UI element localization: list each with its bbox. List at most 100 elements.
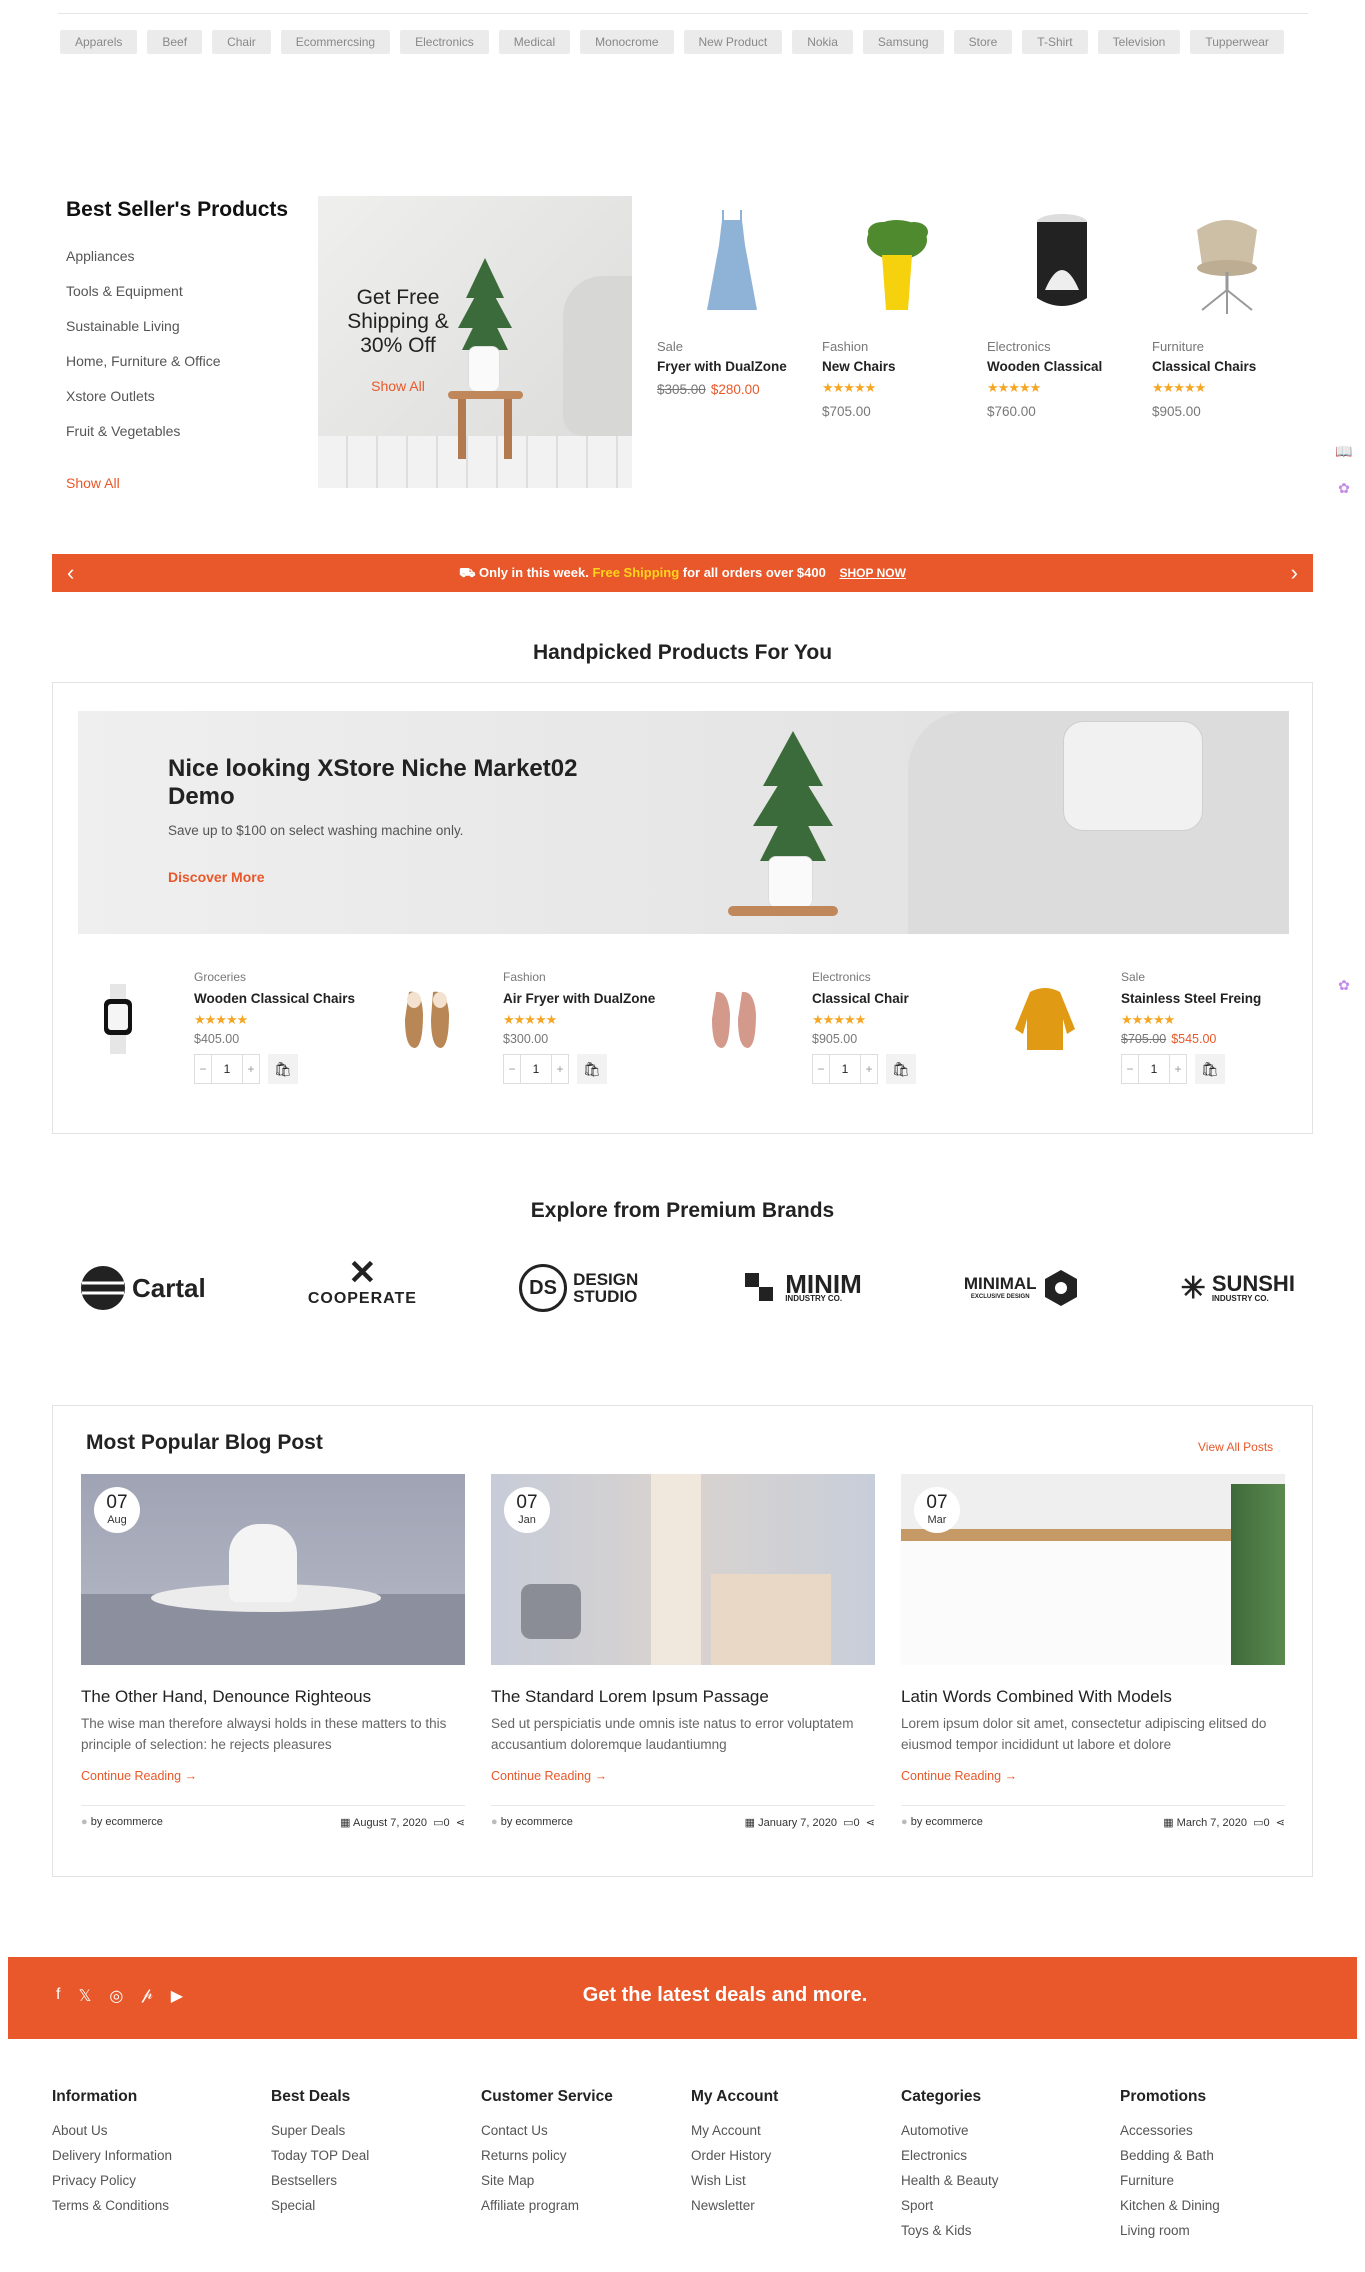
brand-logo-design-studio[interactable]: DS DESIGN STUDIO (519, 1258, 643, 1318)
minus-icon[interactable]: − (195, 1062, 211, 1076)
product-name[interactable]: Air Fryer with DualZone (503, 991, 673, 1006)
footer-link[interactable]: Wish List (691, 2173, 778, 2198)
comment-count[interactable]: 0 (854, 1817, 860, 1829)
footer-link[interactable]: Terms & Conditions (52, 2198, 172, 2223)
footer-link[interactable]: Furniture (1120, 2173, 1220, 2198)
footer-link[interactable]: Bestsellers (271, 2173, 369, 2198)
footer-link[interactable]: Accessories (1120, 2123, 1220, 2148)
tag[interactable]: Samsung (862, 30, 944, 54)
comment-count[interactable]: 0 (444, 1817, 450, 1829)
tag[interactable]: Beef (147, 30, 203, 54)
blog-post[interactable]: 07 Aug The Other Hand, Denounce Righteous… (81, 1474, 465, 1831)
footer-link[interactable]: About Us (52, 2123, 172, 2148)
tag[interactable]: New Product (683, 30, 783, 54)
tag[interactable]: Electronics (400, 30, 489, 54)
quantity-value[interactable]: 1 (1138, 1055, 1170, 1083)
post-image[interactable]: 07 Aug (81, 1474, 465, 1665)
product-card[interactable]: Sale Fryer with DualZone $305.00 $280.00 (657, 210, 807, 397)
footer-link[interactable]: Electronics (901, 2148, 999, 2173)
tag[interactable]: T-Shirt (1022, 30, 1088, 54)
post-image[interactable]: 07 Jan (491, 1474, 875, 1665)
footer-link[interactable]: Super Deals (271, 2123, 369, 2148)
book-icon[interactable]: 📖 (1333, 443, 1355, 465)
product-card[interactable]: Sale Stainless Steel Freing ★★★★★ $705.0… (1005, 970, 1285, 1100)
add-to-cart-button[interactable]: 🛍 (1195, 1054, 1225, 1084)
post-author[interactable]: by ecommerce (911, 1816, 983, 1828)
promo-show-all-link[interactable]: Show All (338, 378, 458, 394)
product-name[interactable]: Wooden Classical (987, 359, 1137, 374)
blog-post[interactable]: 07 Jan The Standard Lorem Ipsum Passage S… (491, 1474, 875, 1831)
footer-link[interactable]: Automotive (901, 2123, 999, 2148)
category-link[interactable]: Appliances (66, 248, 221, 283)
post-title[interactable]: The Other Hand, Denounce Righteous (81, 1687, 465, 1707)
product-name[interactable]: Classical Chairs (1152, 359, 1302, 374)
tag[interactable]: Ecommercsing (280, 30, 391, 54)
brain-icon[interactable]: ✿ (1333, 480, 1355, 502)
share-icon[interactable]: ⋖ (1276, 1817, 1285, 1829)
continue-reading-link[interactable]: Continue Reading → (491, 1769, 875, 1783)
footer-link[interactable]: Delivery Information (52, 2148, 172, 2173)
footer-link[interactable]: Newsletter (691, 2198, 778, 2223)
category-link[interactable]: Fruit & Vegetables (66, 423, 221, 458)
show-all-link[interactable]: Show All (66, 475, 120, 491)
minus-icon[interactable]: − (504, 1062, 520, 1076)
brand-logo-minimal[interactable]: MINIMAL EXCLUSIVE DESIGN (964, 1258, 1079, 1318)
post-title[interactable]: The Standard Lorem Ipsum Passage (491, 1687, 875, 1707)
footer-link[interactable]: Health & Beauty (901, 2173, 999, 2198)
share-icon[interactable]: ⋖ (456, 1817, 465, 1829)
product-name[interactable]: Wooden Classical Chairs (194, 991, 364, 1006)
category-link[interactable]: Tools & Equipment (66, 283, 221, 318)
brand-logo-cooperate[interactable]: ✕ COOPERATE (308, 1256, 417, 1318)
footer-link[interactable]: Kitchen & Dining (1120, 2198, 1220, 2223)
product-name[interactable]: Classical Chair (812, 991, 982, 1006)
add-to-cart-button[interactable]: 🛍 (886, 1054, 916, 1084)
footer-link[interactable]: Site Map (481, 2173, 613, 2198)
product-card[interactable]: Fashion New Chairs ★★★★★ $705.00 (822, 210, 972, 419)
continue-reading-link[interactable]: Continue Reading → (901, 1769, 1285, 1783)
product-name[interactable]: New Chairs (822, 359, 972, 374)
continue-reading-link[interactable]: Continue Reading → (81, 1769, 465, 1783)
post-author[interactable]: by ecommerce (501, 1816, 573, 1828)
category-link[interactable]: Sustainable Living (66, 318, 221, 353)
footer-link[interactable]: Contact Us (481, 2123, 613, 2148)
quantity-stepper[interactable]: −1 + (1121, 1054, 1187, 1084)
plus-icon[interactable]: + (243, 1062, 259, 1076)
add-to-cart-button[interactable]: 🛍 (268, 1054, 298, 1084)
chevron-left-icon[interactable]: ‹ (67, 554, 74, 592)
product-card[interactable]: Furniture Classical Chairs ★★★★★ $905.00 (1152, 210, 1302, 419)
footer-link[interactable]: Today TOP Deal (271, 2148, 369, 2173)
brand-logo-minim[interactable]: MINIM INDUSTRY CO. (745, 1258, 862, 1318)
blog-post[interactable]: 07 Mar Latin Words Combined With Models L… (901, 1474, 1285, 1831)
tag[interactable]: Tupperwear (1190, 30, 1284, 54)
tag[interactable]: Television (1097, 30, 1181, 54)
tag[interactable]: Monocrome (580, 30, 674, 54)
brand-logo-cartal[interactable]: Cartal (80, 1258, 206, 1318)
promo-banner[interactable]: Get Free Shipping & 30% Off Show All (318, 196, 632, 488)
post-title[interactable]: Latin Words Combined With Models (901, 1687, 1285, 1707)
share-icon[interactable]: ⋖ (866, 1817, 875, 1829)
minus-icon[interactable]: − (813, 1062, 829, 1076)
quantity-value[interactable]: 1 (829, 1055, 861, 1083)
quantity-stepper[interactable]: −1 + (194, 1054, 260, 1084)
brain-icon[interactable]: ✿ (1333, 977, 1355, 999)
footer-link[interactable]: Privacy Policy (52, 2173, 172, 2198)
chevron-right-icon[interactable]: › (1291, 554, 1298, 592)
footer-link[interactable]: My Account (691, 2123, 778, 2148)
comment-count[interactable]: 0 (1264, 1817, 1270, 1829)
plus-icon[interactable]: + (861, 1062, 877, 1076)
add-to-cart-button[interactable]: 🛍 (577, 1054, 607, 1084)
tag[interactable]: Apparels (60, 30, 138, 54)
quantity-value[interactable]: 1 (211, 1055, 243, 1083)
footer-link[interactable]: Order History (691, 2148, 778, 2173)
plus-icon[interactable]: + (1170, 1062, 1186, 1076)
quantity-value[interactable]: 1 (520, 1055, 552, 1083)
post-author[interactable]: by ecommerce (91, 1816, 163, 1828)
quantity-stepper[interactable]: −1 + (812, 1054, 878, 1084)
footer-link[interactable]: Toys & Kids (901, 2223, 999, 2248)
product-card[interactable]: Fashion Air Fryer with DualZone ★★★★★ $3… (387, 970, 667, 1100)
quantity-stepper[interactable]: −1 + (503, 1054, 569, 1084)
tag[interactable]: Chair (212, 30, 271, 54)
product-name[interactable]: Stainless Steel Freing (1121, 991, 1291, 1006)
product-card[interactable]: Electronics Classical Chair ★★★★★ $905.0… (696, 970, 976, 1100)
category-link[interactable]: Home, Furniture & Office (66, 353, 221, 388)
